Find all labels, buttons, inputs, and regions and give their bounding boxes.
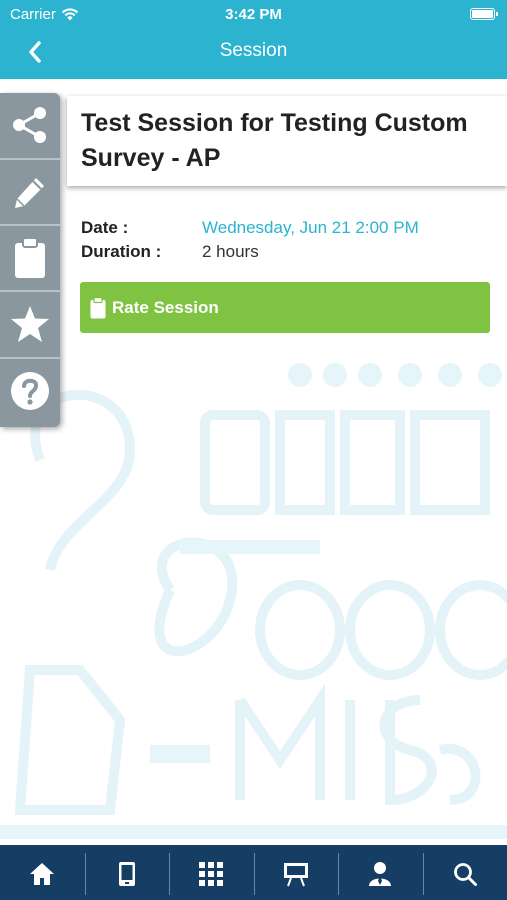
presentation-icon: [283, 863, 308, 887]
date-label: Date :: [81, 218, 129, 237]
duration-value: 2 hours: [202, 242, 259, 261]
clipboard-icon: [90, 296, 106, 318]
status-bar: Carrier 3:42 PM: [0, 0, 507, 28]
search-icon: [453, 863, 477, 886]
survey-button[interactable]: [0, 226, 60, 290]
star-icon: [11, 306, 49, 342]
session-details: Date : Wednesday, Jun 21 2:00 PM Duratio…: [81, 218, 501, 266]
side-toolbar: [0, 93, 60, 427]
tab-presentation[interactable]: [253, 849, 339, 899]
help-icon: [11, 372, 49, 410]
top-navigation-bar: Carrier 3:42 PM Session: [0, 0, 507, 79]
session-title: Test Session for Testing Custom Survey -…: [81, 109, 468, 172]
favorite-button[interactable]: [0, 292, 60, 356]
rate-session-button[interactable]: Rate Session: [80, 282, 490, 333]
date-value[interactable]: Wednesday, Jun 21 2:00 PM: [202, 218, 419, 238]
help-button[interactable]: [0, 359, 60, 423]
mobile-icon: [118, 862, 135, 886]
tab-home[interactable]: [0, 849, 85, 899]
page-title: Session: [219, 40, 288, 61]
share-button[interactable]: [0, 93, 60, 157]
tab-grid[interactable]: [169, 849, 254, 899]
tab-speakers[interactable]: [338, 849, 423, 899]
tab-search[interactable]: [422, 849, 507, 899]
session-title-card: Test Session for Testing Custom Survey -…: [67, 96, 507, 186]
pencil-icon: [15, 178, 44, 208]
duration-row: Duration : 2 hours: [81, 242, 501, 266]
battery-icon: [470, 8, 498, 20]
bottom-tab-bar: [0, 845, 507, 900]
background-watermark: [0, 340, 507, 845]
grid-icon: [199, 862, 224, 886]
tab-mobile[interactable]: [84, 849, 170, 899]
edit-button[interactable]: [0, 160, 60, 224]
speaker-icon: [369, 862, 392, 886]
clipboard-icon: [15, 237, 45, 278]
date-row: Date : Wednesday, Jun 21 2:00 PM: [81, 218, 501, 242]
share-icon: [13, 107, 46, 143]
status-time: 3:42 PM: [225, 6, 282, 23]
home-icon: [30, 863, 55, 885]
rate-session-label: Rate Session: [112, 297, 219, 317]
duration-label: Duration :: [81, 242, 162, 261]
